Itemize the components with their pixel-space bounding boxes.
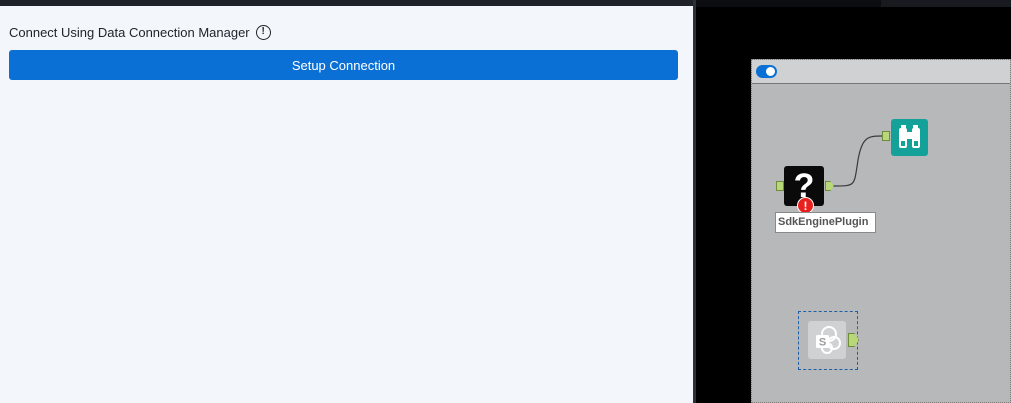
sdk-input-anchor[interactable] bbox=[776, 181, 784, 191]
sharepoint-icon: S bbox=[816, 326, 841, 354]
sharepoint-input-tool[interactable]: S bbox=[808, 321, 846, 359]
binoculars-icon bbox=[899, 125, 920, 148]
browse-tool[interactable] bbox=[891, 119, 928, 156]
browse-input-anchor[interactable] bbox=[882, 131, 890, 141]
workflow-canvas[interactable]: ? ! SdkEnginePlugin S bbox=[696, 0, 1011, 403]
setup-connection-button[interactable]: Setup Connection bbox=[9, 50, 678, 80]
info-icon[interactable]: ! bbox=[255, 24, 271, 40]
sharepoint-glyph: S bbox=[819, 337, 826, 349]
dcm-label: Connect Using Data Connection Manager bbox=[9, 24, 250, 40]
configuration-panel: Connect Using Data Connection Manager ! … bbox=[0, 0, 693, 403]
dcm-label-row: Connect Using Data Connection Manager ! bbox=[9, 23, 271, 41]
sdk-plugin-label: SdkEnginePlugin bbox=[775, 212, 876, 233]
panel-top-bar bbox=[0, 0, 693, 6]
